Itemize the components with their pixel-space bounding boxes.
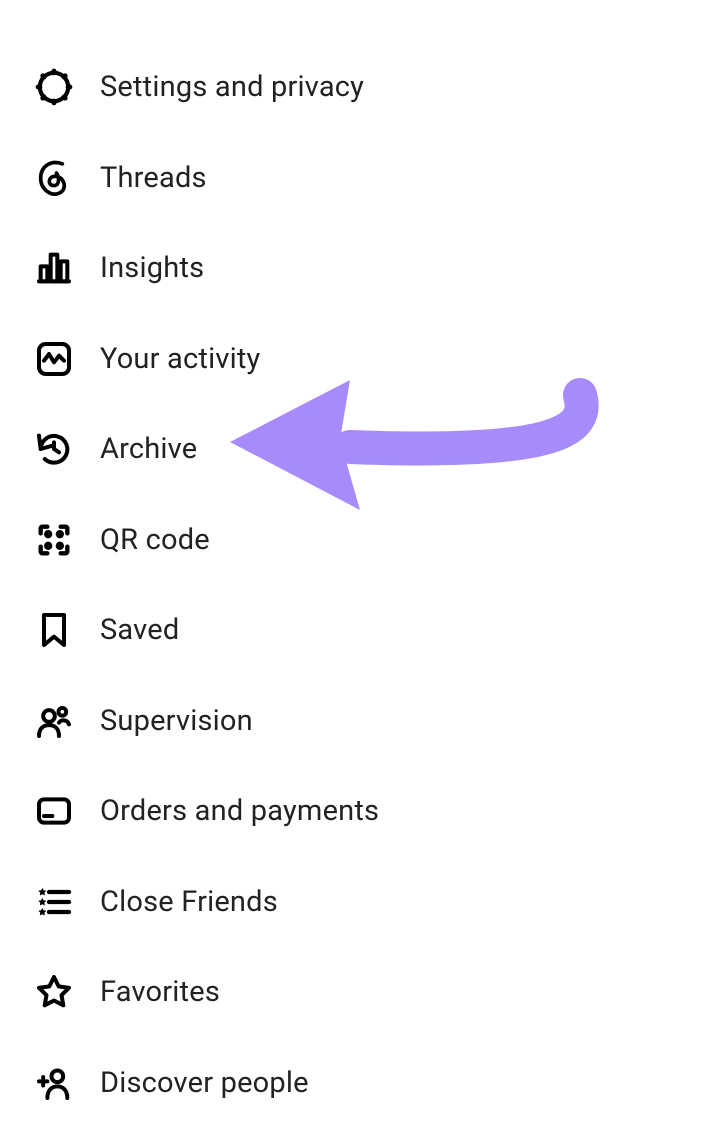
star-icon — [32, 970, 76, 1014]
add-person-icon — [32, 1061, 76, 1105]
menu-item-threads[interactable]: Threads — [32, 133, 719, 224]
menu-item-label: Favorites — [100, 975, 220, 1009]
menu-item-settings-privacy[interactable]: Settings and privacy — [32, 42, 719, 133]
supervision-people-icon — [32, 699, 76, 743]
menu-item-discover-people[interactable]: Discover people — [32, 1038, 719, 1128]
menu-item-label: Your activity — [100, 342, 260, 376]
menu-item-label: Orders and payments — [100, 794, 379, 828]
menu-item-your-activity[interactable]: Your activity — [32, 314, 719, 405]
bookmark-icon — [32, 608, 76, 652]
menu-item-label: Supervision — [100, 704, 253, 738]
qr-code-icon — [32, 518, 76, 562]
credit-card-icon — [32, 789, 76, 833]
activity-icon — [32, 337, 76, 381]
menu-item-supervision[interactable]: Supervision — [32, 676, 719, 767]
menu-item-orders-payments[interactable]: Orders and payments — [32, 766, 719, 857]
menu-item-label: Saved — [100, 613, 179, 647]
menu-item-label: QR code — [100, 523, 210, 557]
menu-item-label: Discover people — [100, 1066, 309, 1100]
menu-item-saved[interactable]: Saved — [32, 585, 719, 676]
menu-item-label: Archive — [100, 432, 197, 466]
profile-menu-list: Settings and privacy Threads Insights — [0, 0, 719, 1128]
menu-item-close-friends[interactable]: Close Friends — [32, 857, 719, 948]
menu-item-label: Close Friends — [100, 885, 278, 919]
menu-item-insights[interactable]: Insights — [32, 223, 719, 314]
gear-icon — [32, 65, 76, 109]
menu-item-archive[interactable]: Archive — [32, 404, 719, 495]
menu-item-label: Threads — [100, 161, 207, 195]
menu-item-favorites[interactable]: Favorites — [32, 947, 719, 1038]
menu-item-label: Insights — [100, 251, 204, 285]
menu-item-label: Settings and privacy — [100, 70, 364, 104]
bar-chart-icon — [32, 246, 76, 290]
star-list-icon — [32, 880, 76, 924]
threads-icon — [32, 156, 76, 200]
menu-item-qr-code[interactable]: QR code — [32, 495, 719, 586]
archive-history-icon — [32, 427, 76, 471]
